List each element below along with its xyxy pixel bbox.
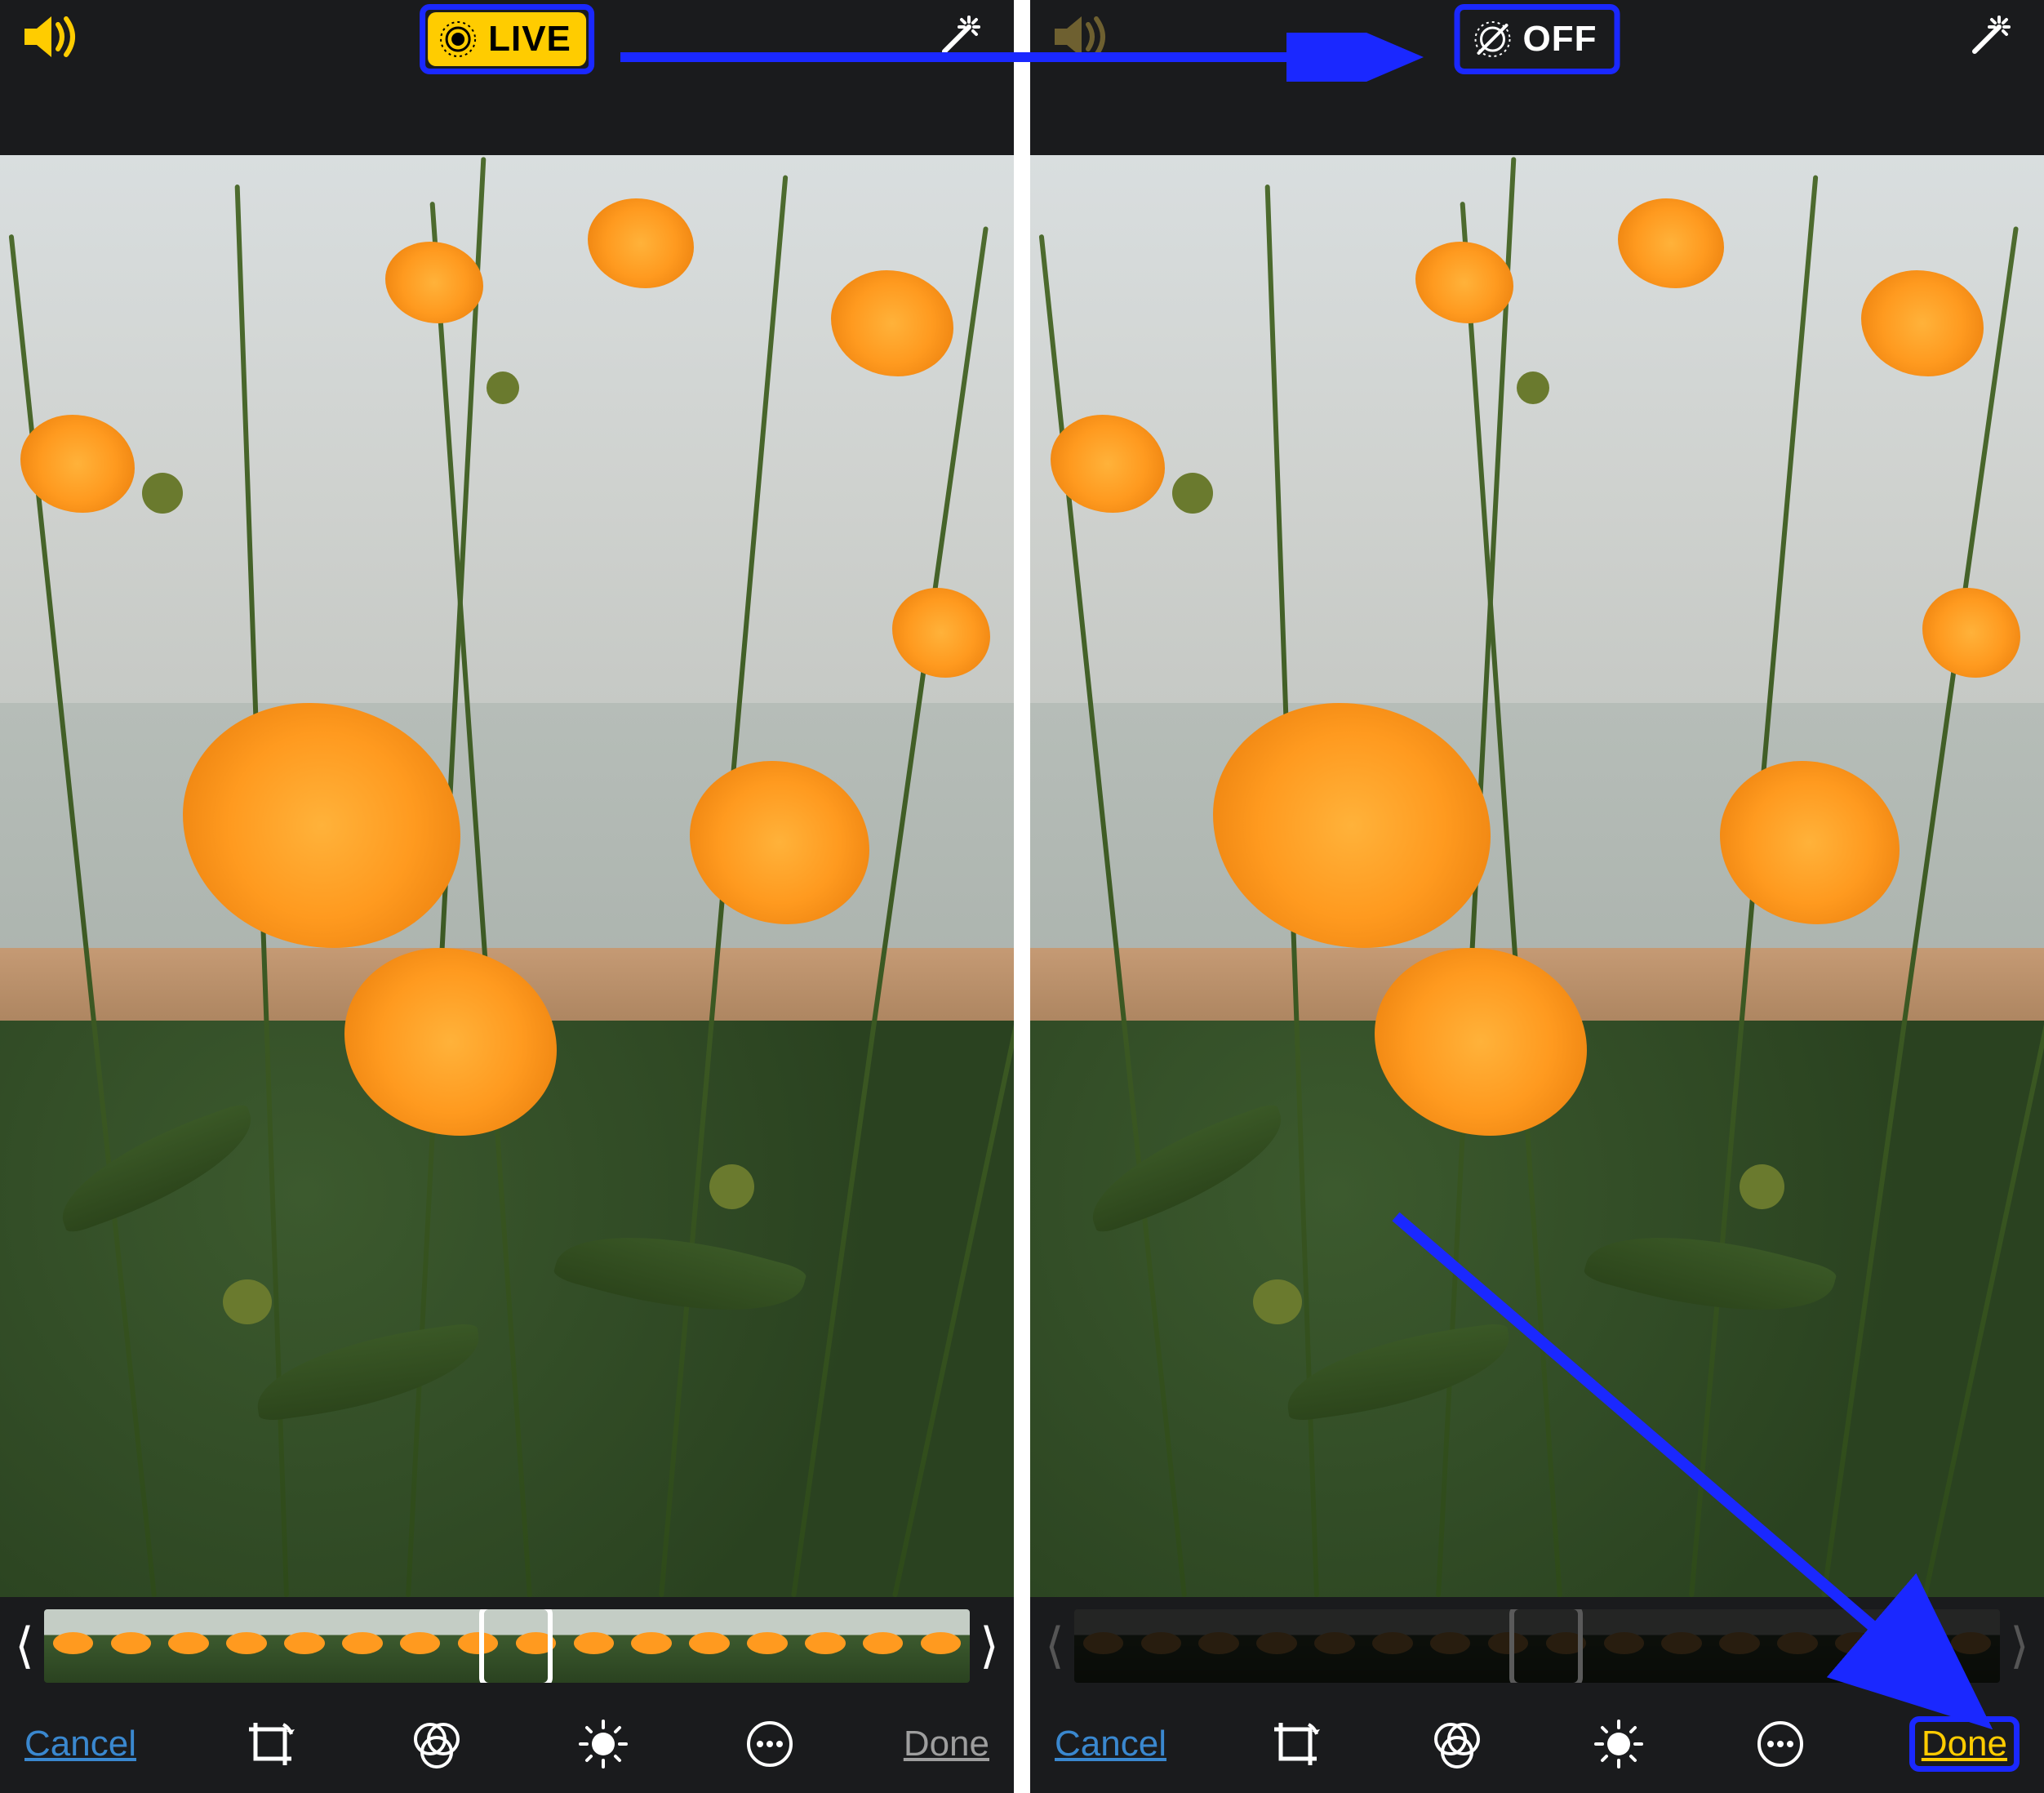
timeline-next-button[interactable]: ⟩	[973, 1609, 1006, 1683]
live-toggle-highlight: LIVE	[420, 4, 594, 74]
filters-icon	[1431, 1718, 1483, 1770]
done-button[interactable]: Done	[1922, 1724, 2007, 1764]
auto-enhance-button[interactable]	[1954, 15, 2011, 72]
live-photo-icon	[438, 19, 478, 60]
sound-button[interactable]	[20, 12, 86, 61]
photo-edit-screen-live-on: LIVE	[0, 0, 1014, 1793]
more-button[interactable]	[1748, 1711, 1813, 1777]
auto-enhance-button[interactable]	[924, 15, 981, 72]
live-photo-toggle[interactable]: OFF	[1463, 12, 1612, 66]
crop-icon	[1269, 1718, 1322, 1770]
done-button[interactable]: Done	[904, 1724, 989, 1764]
adjust-dial-icon	[577, 1718, 629, 1770]
sound-button[interactable]	[1051, 12, 1116, 61]
crop-rotate-button[interactable]	[1263, 1711, 1328, 1777]
filters-icon	[411, 1718, 463, 1770]
timeline-playhead[interactable]	[479, 1609, 553, 1683]
magic-wand-icon	[924, 15, 981, 72]
timeline-strip[interactable]	[44, 1609, 970, 1683]
top-toolbar: LIVE	[0, 0, 1014, 155]
live-toggle-highlight: OFF	[1455, 4, 1620, 74]
bottom-toolbar: Cancel	[1030, 1695, 2044, 1793]
speaker-icon	[1051, 12, 1116, 61]
live-photo-off-icon	[1473, 19, 1513, 60]
adjust-dial-icon	[1593, 1718, 1645, 1770]
crop-icon	[244, 1718, 296, 1770]
filters-button[interactable]	[404, 1711, 469, 1777]
cancel-button[interactable]: Cancel	[24, 1724, 136, 1764]
adjust-button[interactable]	[571, 1711, 636, 1777]
cancel-button[interactable]: Cancel	[1055, 1724, 1166, 1764]
more-button[interactable]	[737, 1711, 802, 1777]
filters-button[interactable]	[1424, 1711, 1490, 1777]
magic-wand-icon	[1954, 15, 2011, 72]
speaker-icon	[20, 12, 86, 61]
done-button-highlight: Done	[1909, 1716, 2020, 1772]
crop-rotate-button[interactable]	[238, 1711, 303, 1777]
photo-preview[interactable]	[1030, 155, 2044, 1597]
timeline-next-button: ⟩	[2003, 1609, 2036, 1683]
timeline-strip	[1074, 1609, 2000, 1683]
top-toolbar: OFF	[1030, 0, 2044, 155]
bottom-toolbar: Cancel	[0, 1695, 1014, 1793]
key-photo-timeline[interactable]: ⟨ ⟩	[0, 1597, 1014, 1695]
live-label: OFF	[1523, 19, 1597, 60]
photo-preview[interactable]	[0, 155, 1014, 1597]
photo-edit-screen-live-off: OFF	[1030, 0, 2044, 1793]
more-icon	[744, 1718, 796, 1770]
live-label: LIVE	[488, 19, 571, 60]
key-photo-timeline: ⟨ ⟩	[1030, 1597, 2044, 1695]
more-icon	[1754, 1718, 1806, 1770]
timeline-playhead	[1509, 1609, 1583, 1683]
timeline-prev-button[interactable]: ⟨	[8, 1609, 41, 1683]
timeline-prev-button: ⟨	[1038, 1609, 1071, 1683]
live-photo-toggle[interactable]: LIVE	[428, 12, 586, 66]
adjust-button[interactable]	[1586, 1711, 1651, 1777]
